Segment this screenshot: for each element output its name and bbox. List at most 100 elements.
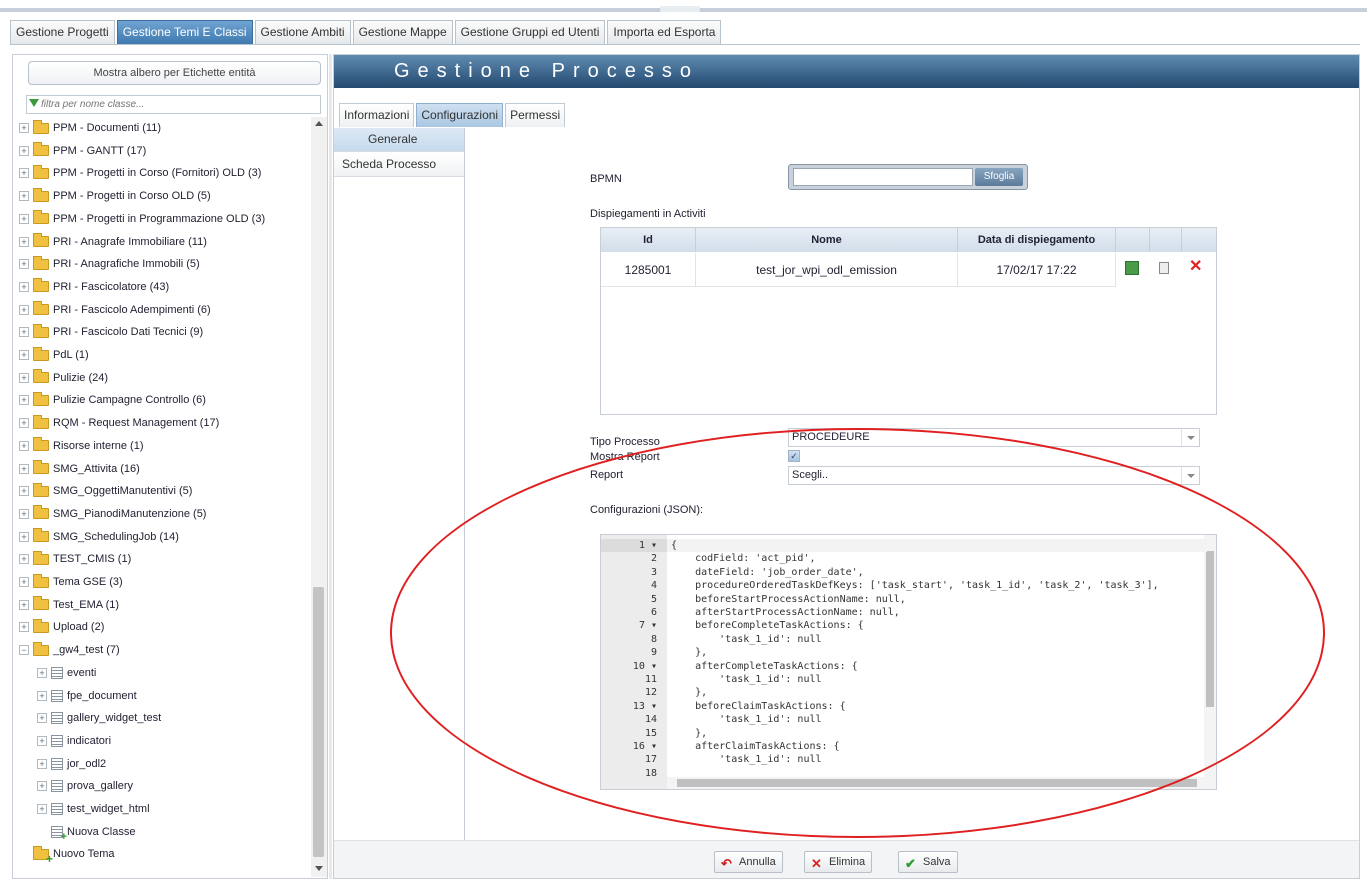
bpmn-file-input[interactable] <box>793 168 973 186</box>
expand-icon[interactable]: + <box>37 781 47 792</box>
tree-node-theme[interactable]: + Risorse interne (1) <box>19 435 143 457</box>
tipo-processo-select[interactable]: PROCEDEURE <box>788 428 1200 447</box>
tree-node-theme[interactable]: + PRI - Fascicolo Adempimenti (6) <box>19 299 211 321</box>
editor-horizontal-scrollbar[interactable] <box>667 777 1216 789</box>
expand-icon[interactable]: + <box>19 418 29 429</box>
expand-icon[interactable]: + <box>19 304 29 315</box>
tree-node-theme[interactable]: + SMG_OggettiManutentivi (5) <box>19 480 192 502</box>
scroll-down-icon[interactable] <box>315 866 323 871</box>
expand-icon[interactable]: + <box>19 281 29 292</box>
tree-scrollbar[interactable] <box>311 117 327 877</box>
tab-gestione-progetti[interactable]: Gestione Progetti <box>10 20 115 44</box>
tree-node-class[interactable]: + gallery_widget_test <box>37 707 161 729</box>
expand-icon[interactable]: + <box>19 599 29 610</box>
tree-node-class[interactable]: + fpe_document <box>37 685 137 707</box>
expand-icon[interactable]: + <box>19 191 29 202</box>
elimina-button[interactable]: ✕ Elimina <box>804 851 873 873</box>
expand-icon[interactable]: + <box>19 236 29 247</box>
annulla-button[interactable]: ↶ Annulla <box>714 851 783 873</box>
expand-icon[interactable]: + <box>19 372 29 383</box>
tab-gestione-temi-classi[interactable]: Gestione Temi E Classi <box>116 20 253 44</box>
new-theme-node[interactable]: Nuovo Tema <box>19 843 115 866</box>
scrollbar-thumb[interactable] <box>313 587 324 857</box>
scroll-up-icon[interactable] <box>315 121 323 126</box>
collapse-icon[interactable]: − <box>19 645 29 656</box>
collapse-handle[interactable] <box>660 6 700 12</box>
tree-node-theme[interactable]: + PRI - Fascicolo Dati Tecnici (9) <box>19 321 203 343</box>
tab-permessi[interactable]: Permessi <box>505 103 566 127</box>
tree-node-theme[interactable]: + PPM - Progetti in Programmazione OLD (3… <box>19 208 265 230</box>
tree-node-theme[interactable]: + PPM - GANTT (17) <box>19 140 146 162</box>
tree-node-theme[interactable]: + PRI - Fascicolatore (43) <box>19 276 169 298</box>
side-tab-scheda-processo[interactable]: Scheda Processo <box>334 153 464 177</box>
download-icon[interactable] <box>1159 262 1169 274</box>
tree-node-theme[interactable]: + TEST_CMIS (1) <box>19 548 131 570</box>
salva-button[interactable]: ✔ Salva <box>898 851 958 873</box>
expand-icon[interactable]: + <box>19 327 29 338</box>
col-header-nome[interactable]: Nome <box>696 228 958 252</box>
expand-icon[interactable]: + <box>37 667 47 678</box>
tree-node-theme[interactable]: + PPM - Progetti in Corso OLD (5) <box>19 185 211 207</box>
tab-importa-esporta[interactable]: Importa ed Esporta <box>607 20 722 44</box>
editor-vertical-scrollbar[interactable] <box>1204 535 1216 777</box>
tree-node-class[interactable]: + jor_odl2 <box>37 753 106 775</box>
tab-informazioni[interactable]: Informazioni <box>339 103 415 127</box>
expand-icon[interactable]: + <box>19 123 29 133</box>
scrollbar-thumb[interactable] <box>677 779 1197 787</box>
tree-node-theme[interactable]: + SMG_PianodiManutenzione (5) <box>19 503 206 525</box>
expand-icon[interactable]: + <box>19 168 29 179</box>
tree-node-theme[interactable]: + Tema GSE (3) <box>19 571 123 593</box>
expand-icon[interactable]: + <box>19 463 29 474</box>
expand-icon[interactable]: + <box>19 145 29 156</box>
tree-node-theme[interactable]: + SMG_SchedulingJob (14) <box>19 526 179 548</box>
tab-gestione-mappe[interactable]: Gestione Mappe <box>352 20 453 44</box>
expand-icon[interactable]: + <box>19 622 29 633</box>
tab-gestione-ambiti[interactable]: Gestione Ambiti <box>254 20 351 44</box>
tree-node-theme[interactable]: + PdL (1) <box>19 344 89 366</box>
tree-node-class[interactable]: + prova_gallery <box>37 775 133 797</box>
tree-node-class[interactable]: + indicatori <box>37 730 111 752</box>
tree-node-theme[interactable]: − _gw4_test (7) <box>19 639 120 661</box>
show-tree-by-labels-button[interactable]: Mostra albero per Etichette entità <box>28 61 321 85</box>
expand-icon[interactable]: + <box>19 440 29 451</box>
tree-node-theme[interactable]: + Pulizie (24) <box>19 367 108 389</box>
tab-configurazioni[interactable]: Configurazioni <box>416 103 504 127</box>
mostra-report-checkbox[interactable]: ✓ <box>788 450 800 462</box>
expand-icon[interactable]: + <box>19 554 29 565</box>
expand-icon[interactable]: + <box>37 713 47 724</box>
tab-gestione-gruppi-utenti[interactable]: Gestione Gruppi ed Utenti <box>454 20 606 44</box>
expand-icon[interactable]: + <box>19 259 29 270</box>
chevron-down-icon[interactable] <box>1181 467 1199 484</box>
report-select[interactable]: Scegli.. <box>788 466 1200 485</box>
expand-icon[interactable]: + <box>19 350 29 360</box>
tree-node-theme[interactable]: + Test_EMA (1) <box>19 594 119 616</box>
expand-icon[interactable]: + <box>19 486 29 497</box>
chevron-down-icon[interactable] <box>1181 429 1199 446</box>
scrollbar-thumb[interactable] <box>1206 551 1214 707</box>
expand-icon[interactable]: + <box>37 690 47 701</box>
col-header-data[interactable]: Data di dispiegamento <box>958 228 1116 252</box>
expand-icon[interactable]: + <box>37 804 47 814</box>
col-header-id[interactable]: Id <box>601 228 696 252</box>
tree-node-theme[interactable]: + RQM - Request Management (17) <box>19 412 219 434</box>
panel-splitter[interactable] <box>329 54 332 879</box>
tree-node-theme[interactable]: + PRI - Anagrafe Immobiliare (11) <box>19 231 207 253</box>
report-icon[interactable] <box>1125 261 1139 275</box>
expand-icon[interactable]: + <box>37 735 47 746</box>
class-filter[interactable] <box>26 95 321 114</box>
browse-button[interactable]: Sfoglia <box>975 168 1023 186</box>
new-class-node[interactable]: Nuova Classe <box>37 821 135 843</box>
expand-icon[interactable]: + <box>19 531 29 542</box>
json-code-editor[interactable]: 1 ▾ 2 3 4 5 6 7 ▾ 8 9 10 ▾ 11 12 13 ▾ 14 15 16 ▾ 17 18 { … <box>600 534 1217 790</box>
expand-icon[interactable]: + <box>19 213 29 224</box>
expand-icon[interactable]: + <box>19 508 29 519</box>
delete-icon[interactable]: ✕ <box>1189 256 1202 276</box>
class-filter-input[interactable] <box>41 97 319 112</box>
expand-icon[interactable]: + <box>19 577 29 587</box>
tree-node-theme[interactable]: + SMG_Attivita (16) <box>19 458 140 480</box>
tree-node-theme[interactable]: + PPM - Documenti (11) <box>19 117 161 139</box>
side-tab-generale[interactable]: Generale <box>334 128 464 152</box>
tree-node-theme[interactable]: + Pulizie Campagne Controllo (6) <box>19 389 206 411</box>
tree-node-theme[interactable]: + PPM - Progetti in Corso (Fornitori) OLD… <box>19 162 261 184</box>
tree-node-class[interactable]: + test_widget_html <box>37 798 150 820</box>
